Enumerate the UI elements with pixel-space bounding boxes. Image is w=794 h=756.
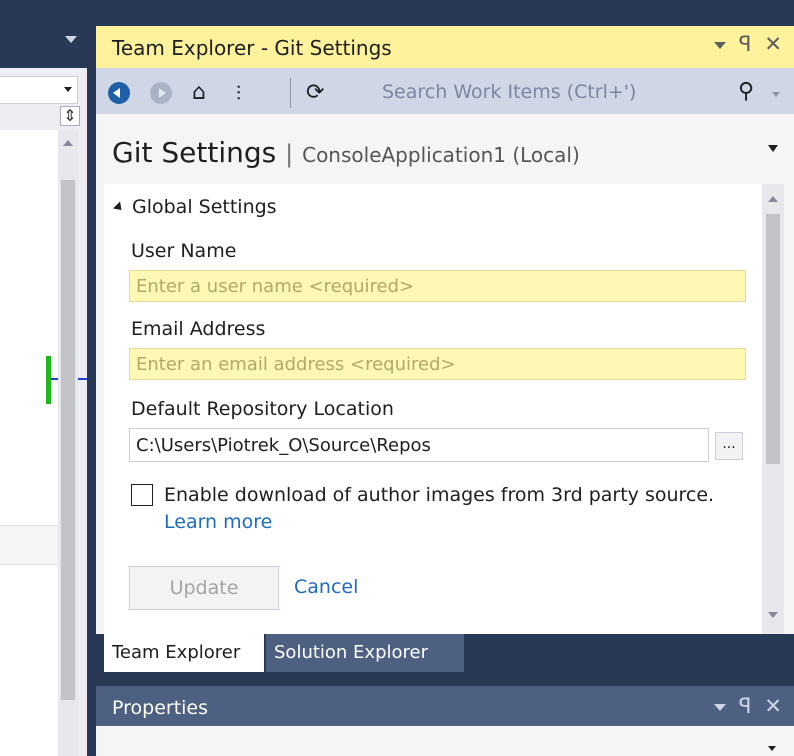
search-options-icon[interactable]: [772, 92, 780, 97]
back-icon[interactable]: [108, 82, 130, 104]
browse-button[interactable]: ...: [715, 432, 743, 460]
author-images-label[interactable]: Enable download of author images from 3r…: [164, 482, 724, 536]
scroll-thumb[interactable]: [766, 214, 780, 464]
global-settings-header[interactable]: Global Settings: [112, 196, 277, 218]
pin-icon[interactable]: ꟼ: [739, 694, 752, 718]
team-explorer-scrollbar[interactable]: [762, 184, 784, 634]
learn-more-link[interactable]: Learn more: [164, 511, 272, 533]
author-images-text: Enable download of author images from 3r…: [164, 484, 715, 506]
refresh-icon[interactable]: ⟳: [306, 82, 324, 104]
window-controls: ꟼ ✕: [701, 32, 782, 56]
update-button[interactable]: Update: [129, 566, 279, 610]
change-indicator: [46, 356, 51, 404]
connect-icon[interactable]: ⫶: [236, 82, 241, 104]
scroll-up-icon[interactable]: [63, 140, 73, 146]
window-menu-icon[interactable]: [713, 703, 726, 711]
split-window-icon[interactable]: ⇕: [60, 106, 80, 126]
editor-scrollbar[interactable]: [58, 130, 78, 756]
tab-team-explorer[interactable]: Team Explorer: [104, 634, 264, 672]
properties-title: Properties: [112, 697, 209, 719]
scroll-up-icon[interactable]: [768, 196, 778, 202]
close-icon[interactable]: ✕: [764, 32, 782, 56]
collapse-icon[interactable]: [112, 201, 126, 214]
author-images-checkbox[interactable]: [131, 484, 153, 506]
search-input[interactable]: Search Work Items (Ctrl+'): [382, 81, 636, 103]
user-name-field[interactable]: [129, 270, 746, 302]
team-explorer-title: Team Explorer - Git Settings: [112, 36, 392, 60]
scroll-down-icon[interactable]: [768, 612, 778, 618]
page-title: Git Settings | ConsoleApplication1 (Loca…: [112, 136, 580, 169]
properties-window-controls: ꟼ ✕: [701, 694, 782, 718]
editor-surface[interactable]: [0, 130, 58, 756]
scroll-thumb[interactable]: [61, 180, 75, 700]
tab-solution-explorer[interactable]: Solution Explorer: [266, 634, 464, 672]
toolbar-separator: [290, 78, 291, 108]
chevron-down-icon[interactable]: [65, 36, 77, 43]
pin-icon[interactable]: ꟼ: [739, 32, 752, 56]
close-icon[interactable]: ✕: [764, 694, 782, 718]
page-title-text: Git Settings: [112, 136, 277, 169]
cancel-link[interactable]: Cancel: [294, 576, 358, 598]
user-name-label: User Name: [131, 240, 237, 262]
properties-body: [96, 726, 794, 756]
section-label: Global Settings: [132, 196, 277, 218]
search-icon[interactable]: ⚲: [738, 79, 754, 104]
email-label: Email Address: [131, 318, 266, 340]
title-separator: |: [285, 140, 294, 168]
repo-location-label: Default Repository Location: [131, 398, 394, 420]
page-subtitle[interactable]: ConsoleApplication1 (Local): [302, 143, 580, 167]
chevron-down-icon[interactable]: [768, 746, 776, 751]
window-menu-icon[interactable]: [713, 41, 726, 49]
left-panel-title-bar: [0, 26, 87, 68]
member-dropdown[interactable]: [0, 76, 78, 104]
email-field[interactable]: [129, 348, 746, 380]
forward-icon[interactable]: [150, 82, 172, 104]
editor-highlight-row: [0, 525, 58, 565]
home-icon[interactable]: ⌂: [192, 82, 206, 104]
chevron-down-icon: [64, 87, 72, 92]
chevron-down-icon[interactable]: [768, 145, 778, 152]
repo-location-field[interactable]: [129, 428, 709, 462]
